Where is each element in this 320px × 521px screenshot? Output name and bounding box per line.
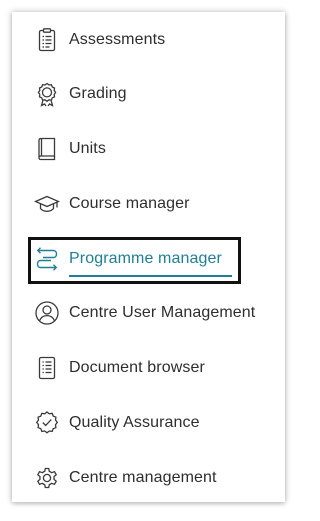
navigation-menu: Assessments Grading Units Course manager… bbox=[12, 12, 285, 502]
menu-item-label: Programme manager bbox=[69, 250, 222, 267]
menu-item-centre-management[interactable]: Centre management bbox=[12, 458, 285, 498]
menu-item-label: Centre management bbox=[69, 469, 217, 486]
book-icon bbox=[34, 136, 60, 162]
menu-item-label: Units bbox=[69, 140, 106, 157]
graduation-cap-icon bbox=[34, 191, 60, 217]
gear-icon bbox=[34, 465, 60, 491]
user-circle-icon bbox=[34, 300, 60, 326]
award-ribbon-icon bbox=[34, 81, 60, 107]
menu-item-document-browser[interactable]: Document browser bbox=[12, 348, 285, 388]
menu-item-label: Assessments bbox=[69, 31, 166, 48]
menu-item-label: Document browser bbox=[69, 359, 205, 376]
menu-item-assessments[interactable]: Assessments bbox=[12, 20, 285, 60]
menu-item-label: Course manager bbox=[69, 195, 190, 212]
menu-item-grading[interactable]: Grading bbox=[12, 74, 285, 114]
menu-item-units[interactable]: Units bbox=[12, 129, 285, 169]
active-item-underline bbox=[69, 275, 232, 277]
menu-item-label: Centre User Management bbox=[69, 304, 256, 321]
transfer-arrows-icon bbox=[34, 246, 60, 272]
menu-item-programme-manager[interactable]: Programme manager bbox=[12, 239, 285, 279]
menu-item-quality-assurance[interactable]: Quality Assurance bbox=[12, 403, 285, 443]
screen: Assessments Grading Units Course manager… bbox=[0, 0, 302, 521]
clipboard-list-icon bbox=[34, 27, 60, 53]
menu-item-course-manager[interactable]: Course manager bbox=[12, 184, 285, 224]
menu-item-centre-user-management[interactable]: Centre User Management bbox=[12, 293, 285, 333]
menu-item-label: Quality Assurance bbox=[69, 414, 200, 431]
badge-check-icon bbox=[34, 410, 60, 436]
menu-item-label: Grading bbox=[69, 85, 127, 102]
document-list-icon bbox=[34, 355, 60, 381]
